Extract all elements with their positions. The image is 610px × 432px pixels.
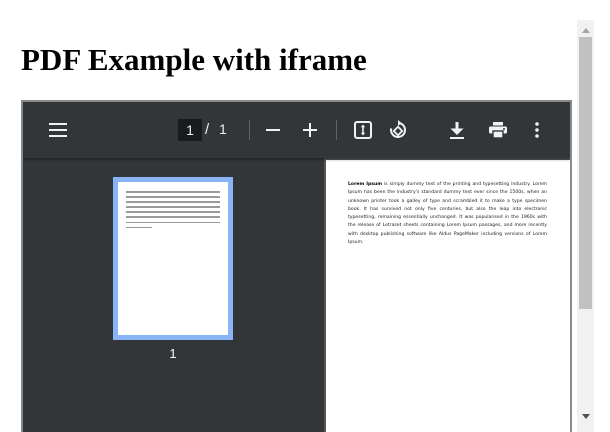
plus-icon bbox=[303, 123, 317, 137]
page-thumbnail[interactable] bbox=[113, 177, 233, 340]
page: PDF Example with iframe 1 / 1 1 Lorem Ip… bbox=[0, 0, 610, 432]
more-options-button[interactable] bbox=[523, 116, 551, 144]
scroll-up-arrow-icon bbox=[581, 20, 590, 38]
pdf-toolbar: 1 / 1 bbox=[23, 102, 570, 158]
hamburger-menu-icon bbox=[49, 123, 67, 137]
pdf-page: Lorem Ipsum is simply dummy text of the … bbox=[326, 160, 570, 432]
document-text-body: is simply dummy text of the printing and… bbox=[348, 182, 548, 246]
rotate-button[interactable] bbox=[384, 116, 412, 144]
rotate-icon bbox=[388, 120, 408, 140]
thumbnail-preview bbox=[118, 182, 228, 335]
zoom-in-button[interactable] bbox=[296, 116, 324, 144]
document-text: Lorem Ipsum is simply dummy text of the … bbox=[348, 181, 547, 247]
scroll-down-arrow-icon bbox=[581, 406, 590, 424]
scrollbar-thumb[interactable] bbox=[579, 37, 592, 309]
fit-to-page-button[interactable] bbox=[349, 116, 377, 144]
toolbar-divider bbox=[336, 120, 337, 140]
document-viewer[interactable]: Lorem Ipsum is simply dummy text of the … bbox=[324, 158, 570, 432]
pdf-iframe[interactable]: 1 / 1 1 Lorem Ipsum is simply dummy text… bbox=[21, 100, 572, 432]
page-separator: / bbox=[205, 121, 210, 138]
more-vertical-icon bbox=[535, 122, 539, 138]
thumbnail-page-number: 1 bbox=[169, 346, 177, 361]
download-icon bbox=[450, 121, 464, 139]
thumbnail-sidebar: 1 bbox=[23, 158, 324, 432]
zoom-out-button[interactable] bbox=[259, 116, 287, 144]
document-text-lead: Lorem Ipsum bbox=[348, 182, 383, 187]
fit-to-page-icon bbox=[354, 121, 372, 139]
page-scrollbar[interactable] bbox=[577, 20, 594, 432]
page-title: PDF Example with iframe bbox=[21, 42, 367, 77]
download-button[interactable] bbox=[443, 116, 471, 144]
scroll-down-button[interactable] bbox=[577, 406, 594, 423]
page-number-input[interactable]: 1 bbox=[178, 119, 202, 141]
print-button[interactable] bbox=[484, 116, 512, 144]
menu-button[interactable] bbox=[44, 116, 72, 144]
toolbar-divider bbox=[249, 120, 250, 140]
minus-icon bbox=[266, 123, 280, 137]
scroll-up-button[interactable] bbox=[577, 20, 594, 37]
print-icon bbox=[489, 122, 507, 138]
total-pages: 1 bbox=[219, 121, 227, 137]
